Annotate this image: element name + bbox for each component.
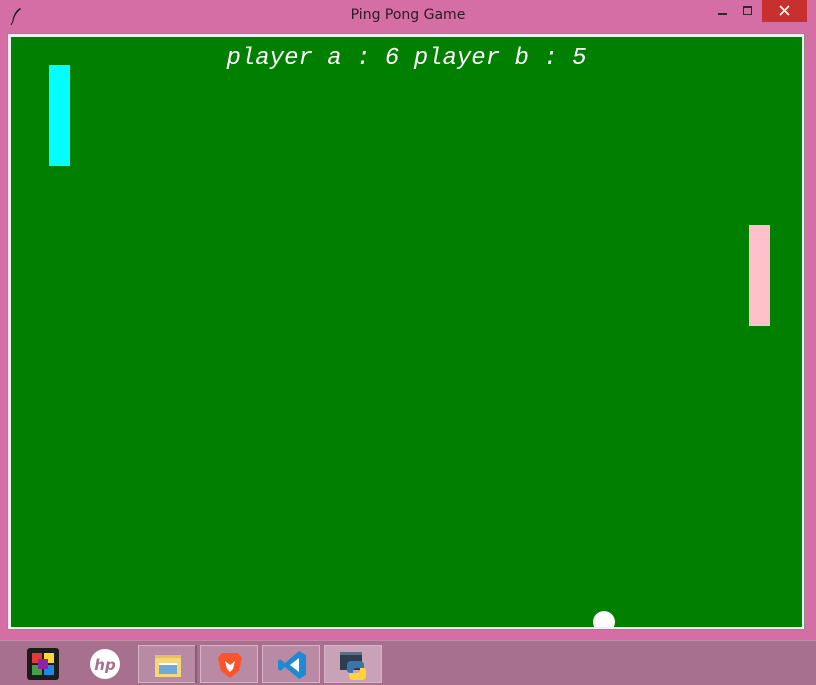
file-explorer-icon	[155, 655, 181, 677]
paddle-b	[749, 225, 770, 326]
minimize-button[interactable]	[712, 0, 734, 22]
ball	[593, 611, 615, 627]
hp-icon: hp	[90, 649, 120, 679]
taskbar-item-hp[interactable]: hp	[76, 645, 134, 683]
taskbar-separator	[195, 645, 197, 683]
taskbar-item-python[interactable]	[324, 645, 382, 683]
close-button[interactable]	[762, 0, 807, 22]
scoreboard: player a : 6 player b : 5	[226, 45, 587, 72]
paddle-a	[49, 65, 70, 166]
vscode-icon	[278, 651, 306, 679]
game-canvas[interactable]: player a : 6 player b : 5	[11, 37, 802, 627]
brave-browser-icon	[218, 653, 242, 678]
taskbar-item-file-explorer[interactable]	[138, 645, 196, 683]
python-icon	[340, 652, 366, 680]
taskbar-item-brave[interactable]	[200, 645, 258, 683]
puzzle-app-icon	[27, 648, 59, 680]
app-window: Ping Pong Game player a : 6 player b : 5	[0, 0, 816, 640]
taskbar-item-vscode[interactable]	[262, 645, 320, 683]
taskbar: hp	[0, 640, 816, 685]
svg-text:hp: hp	[94, 656, 116, 674]
window-title: Ping Pong Game	[350, 7, 466, 23]
close-icon	[779, 5, 790, 16]
maximize-button[interactable]	[737, 0, 759, 22]
window-border	[806, 33, 816, 631]
title-bar[interactable]: Ping Pong Game	[0, 0, 816, 32]
taskbar-item-puzzle-app[interactable]	[14, 645, 72, 683]
